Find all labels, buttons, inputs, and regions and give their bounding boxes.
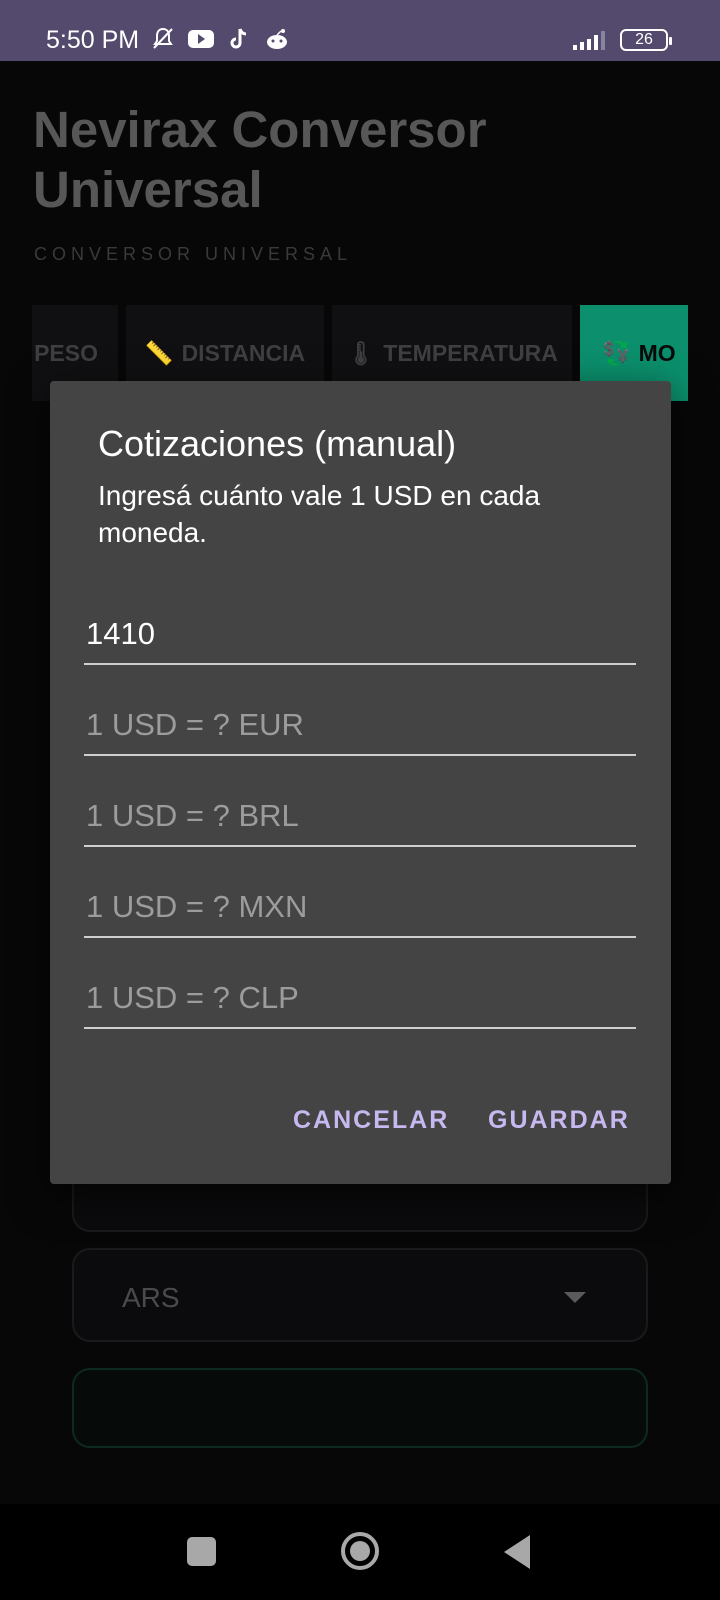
app-title: Nevirax Conversor Universal xyxy=(33,101,487,218)
ars-rate-input[interactable] xyxy=(84,605,636,665)
recents-button[interactable] xyxy=(187,1537,216,1566)
tab-label: MO xyxy=(638,339,676,366)
save-button[interactable]: GUARDAR xyxy=(488,1106,630,1135)
currency-select-value: ARS xyxy=(122,1282,180,1313)
home-button[interactable] xyxy=(341,1532,379,1570)
signal-icon xyxy=(573,30,605,50)
clp-rate-input[interactable] xyxy=(84,969,636,1029)
dialog-message: Ingresá cuánto vale 1 USD en cada moneda… xyxy=(98,480,541,548)
tiktok-icon xyxy=(226,26,252,52)
currency-select[interactable]: ARS xyxy=(72,1248,648,1342)
muted-notification-icon xyxy=(150,26,176,52)
tab-label: DISTANCIA xyxy=(181,339,306,366)
youtube-icon xyxy=(188,26,214,52)
app-subtitle: CONVERSOR UNIVERSAL xyxy=(34,244,353,264)
status-bar: 5:50 PM 26 xyxy=(0,0,720,61)
battery-icon: 26 xyxy=(620,29,672,51)
tab-label: TEMPERATURA xyxy=(383,339,558,366)
reddit-icon xyxy=(264,26,290,52)
back-button[interactable] xyxy=(504,1535,530,1569)
cancel-button[interactable]: CANCELAR xyxy=(293,1106,449,1135)
brl-rate-input[interactable] xyxy=(84,787,636,847)
eur-rate-input[interactable] xyxy=(84,696,636,756)
thermometer-icon: 🌡 xyxy=(346,339,376,366)
ruler-icon: 📏 xyxy=(144,339,174,366)
status-time: 5:50 PM xyxy=(46,26,140,54)
mxn-rate-input[interactable] xyxy=(84,878,636,938)
quotes-dialog: Cotizaciones (manual) Ingresá cuánto val… xyxy=(50,381,671,1184)
dropdown-arrow-icon xyxy=(564,1292,586,1303)
dialog-title: Cotizaciones (manual) xyxy=(98,423,457,464)
tab-label: PESO xyxy=(34,339,98,366)
currency-exchange-icon: 💱 xyxy=(602,339,631,366)
result-box xyxy=(72,1368,648,1448)
notification-icons xyxy=(150,26,290,52)
